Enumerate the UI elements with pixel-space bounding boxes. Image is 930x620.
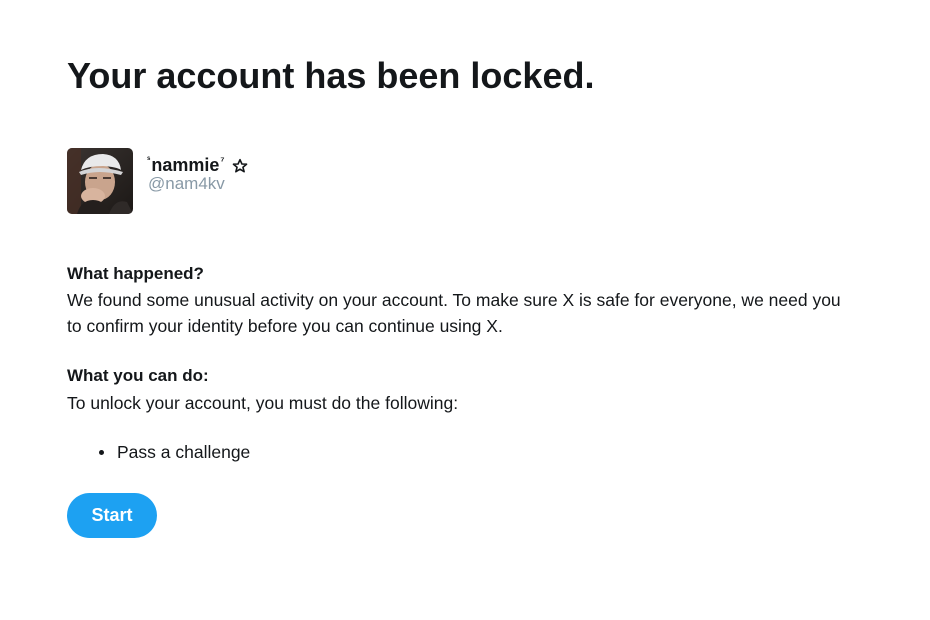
what-you-can-do-body: To unlock your account, you must do the … [67,393,459,413]
start-button[interactable]: Start [67,493,157,538]
bullet-icon [99,450,104,455]
steps-list: Pass a challenge [67,439,250,465]
profile-card: ˢnammie⁷ @nam4kv [67,148,467,214]
avatar [67,148,133,214]
page-title: Your account has been locked. [67,55,595,96]
list-item: Pass a challenge [67,439,250,465]
name-suffix: ⁷ [220,156,225,167]
name-prefix: ˢ [147,154,151,164]
what-you-can-do-heading: What you can do: [67,366,209,385]
what-happened-heading: What happened? [67,264,204,283]
step-label: Pass a challenge [117,442,251,462]
star-outline-icon [232,157,248,179]
what-happened-body: We found some unusual activity on your a… [67,290,841,336]
name-text: nammie [151,155,220,175]
avatar-image [67,148,133,214]
user-handle: @nam4kv [148,174,225,193]
